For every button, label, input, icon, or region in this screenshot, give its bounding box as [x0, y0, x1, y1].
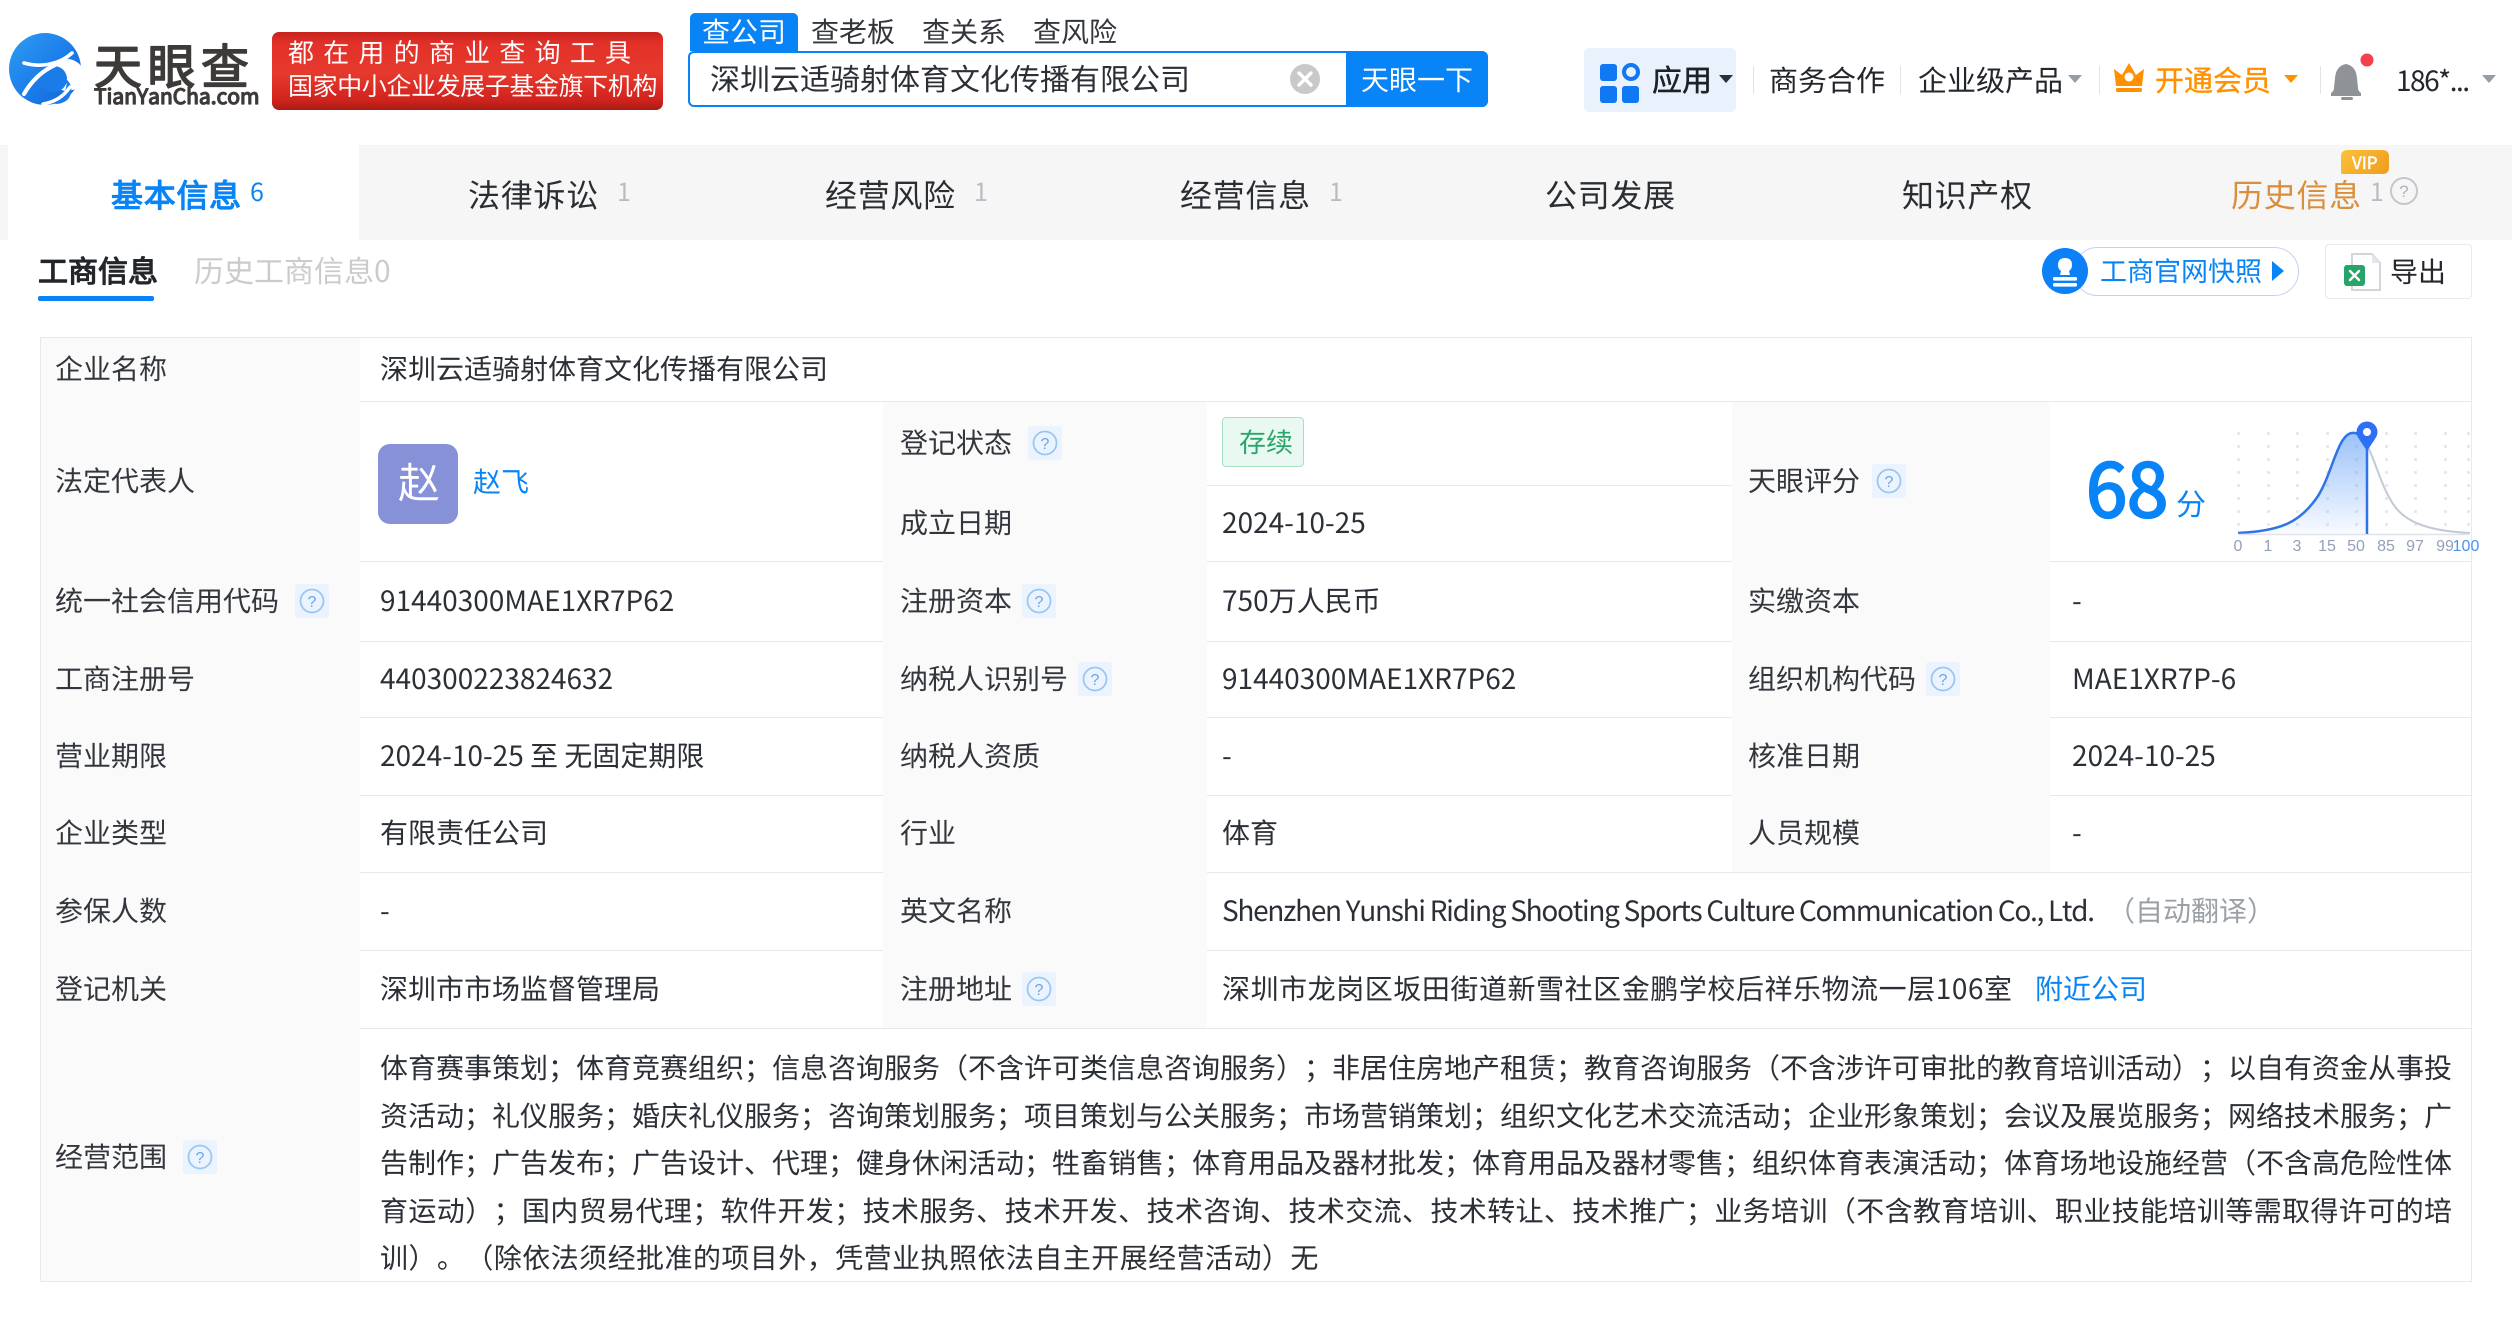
svg-text:?: ?: [1035, 982, 1044, 999]
svg-text:50: 50: [2347, 538, 2365, 555]
svg-text:1: 1: [2264, 538, 2273, 555]
svg-text:100: 100: [2453, 538, 2480, 555]
svg-text:0: 0: [2234, 538, 2243, 555]
svg-text:?: ?: [1041, 436, 1050, 453]
svg-text:97: 97: [2406, 538, 2424, 555]
svg-text:99: 99: [2436, 538, 2454, 555]
svg-text:?: ?: [1939, 672, 1948, 689]
svg-text:?: ?: [1091, 672, 1100, 689]
svg-text:?: ?: [308, 594, 317, 611]
svg-text:?: ?: [2399, 182, 2408, 201]
svg-text:?: ?: [196, 1150, 205, 1167]
svg-text:85: 85: [2377, 538, 2395, 555]
svg-text:?: ?: [1035, 594, 1044, 611]
svg-text:?: ?: [1885, 474, 1894, 491]
svg-text:15: 15: [2318, 538, 2336, 555]
svg-text:3: 3: [2293, 538, 2302, 555]
